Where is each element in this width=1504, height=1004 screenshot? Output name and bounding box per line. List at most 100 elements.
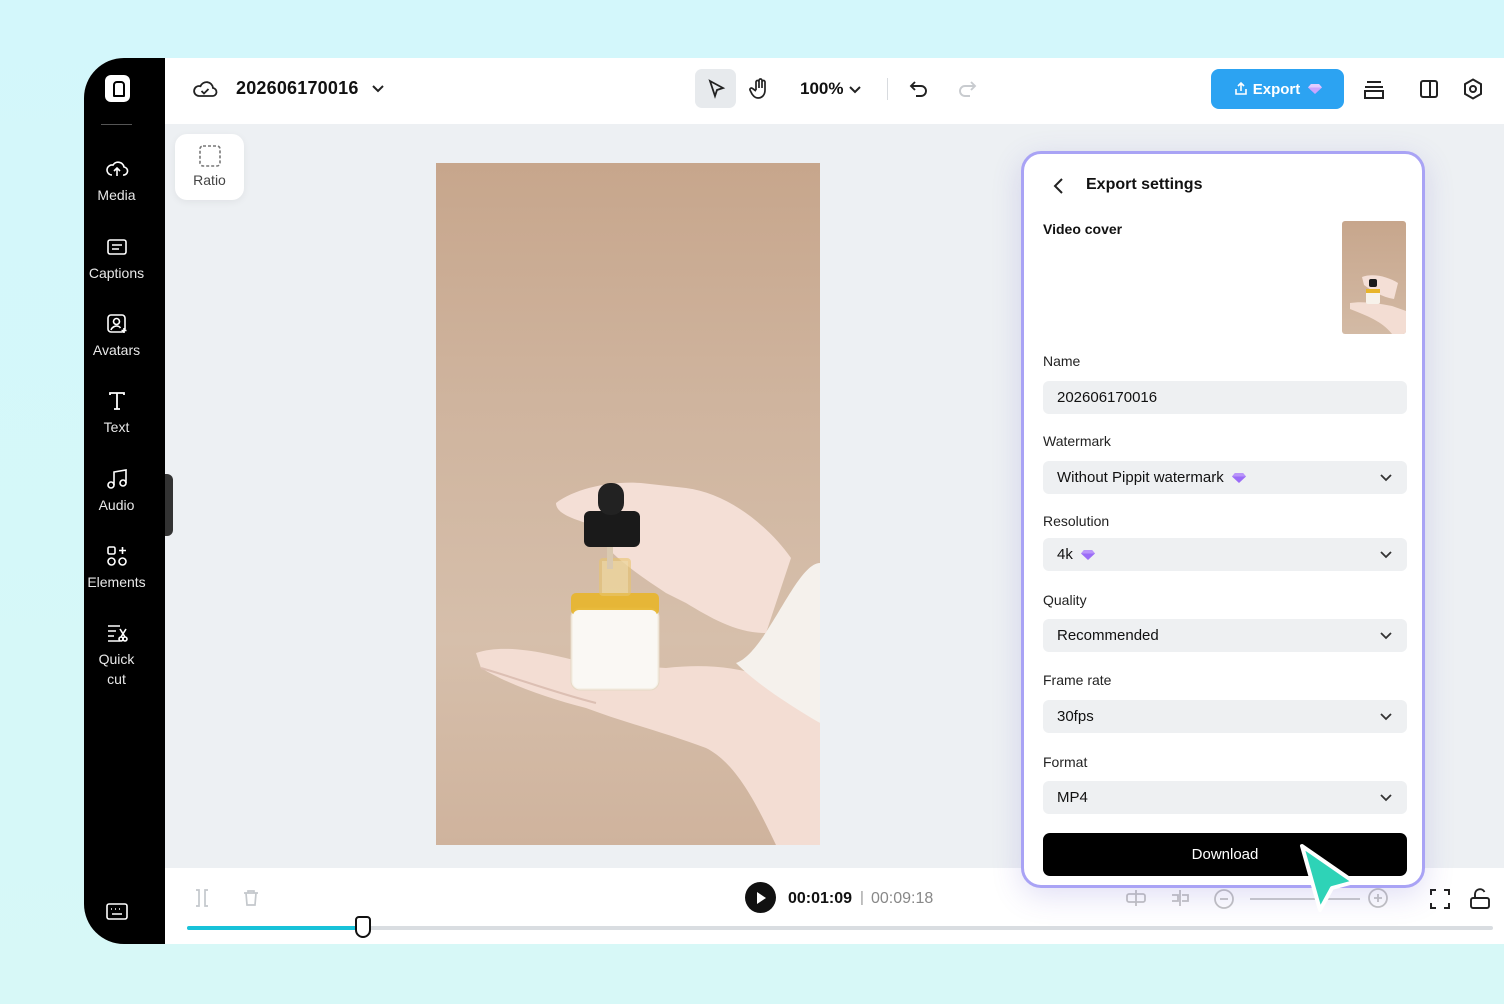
format-select-value: MP4 [1057, 789, 1088, 806]
name-input[interactable]: 202606170016 [1043, 381, 1407, 414]
split-clip-icon[interactable] [192, 888, 212, 908]
export-button[interactable]: Export [1211, 69, 1344, 109]
sidebar-item-audio[interactable]: Audio [84, 467, 149, 515]
ratio-label: Ratio [193, 172, 226, 188]
resolution-select[interactable]: 4k [1043, 538, 1407, 571]
timeline-tools [1125, 888, 1235, 910]
sidebar-item-label: Text [103, 419, 130, 435]
pointer-icon [708, 79, 726, 99]
video-cover-label: Video cover [1043, 221, 1123, 237]
frame-rate-label: Frame rate [1043, 672, 1112, 688]
aspect-ratio-icon [198, 145, 221, 167]
project-title[interactable]: 202606170016 [236, 78, 359, 99]
format-select[interactable]: MP4 [1043, 781, 1407, 814]
sidebar-item-label: Quick [98, 651, 135, 667]
layers-icon[interactable] [1361, 77, 1387, 103]
chevron-down-icon [1380, 474, 1392, 482]
chevron-down-icon[interactable] [848, 82, 862, 96]
panel-layout-icon[interactable] [1417, 77, 1441, 101]
top-bar: 202606170016 100% Export [165, 58, 1504, 124]
align-icon[interactable] [1169, 888, 1191, 908]
video-cover-thumbnail[interactable] [1342, 221, 1406, 334]
sidebar-collapse-handle[interactable] [165, 474, 173, 536]
sidebar-item-avatars[interactable]: Avatars [84, 312, 149, 360]
resolution-select-value: 4k [1057, 546, 1073, 563]
text-icon [108, 392, 125, 410]
fullscreen-icon[interactable] [1429, 888, 1451, 910]
current-time: 00:01:09 [788, 890, 853, 907]
watermark-label: Watermark [1043, 433, 1111, 449]
ratio-button[interactable]: Ratio [175, 134, 244, 200]
chevron-down-icon[interactable] [371, 81, 385, 95]
elements-icon [106, 546, 127, 566]
snap-icon[interactable] [1125, 888, 1147, 908]
captions-icon [106, 239, 127, 255]
sidebar-item-label-line2: cut [107, 671, 126, 687]
music-note-icon [106, 469, 127, 489]
quality-label: Quality [1043, 592, 1087, 608]
select-tool-button[interactable] [695, 69, 736, 108]
frame-rate-select-value: 30fps [1057, 708, 1094, 725]
chevron-down-icon [1380, 632, 1392, 640]
sidebar-divider [101, 124, 132, 125]
export-share-icon [1234, 81, 1247, 95]
undo-icon[interactable] [907, 77, 931, 101]
premium-gem-icon [1081, 550, 1096, 561]
trash-icon[interactable] [241, 888, 261, 908]
premium-gem-icon [1308, 84, 1323, 94]
hand-tool-icon[interactable] [748, 77, 772, 101]
redo-icon[interactable] [955, 77, 979, 101]
back-arrow-icon[interactable] [1051, 177, 1067, 195]
chevron-down-icon [1380, 713, 1392, 721]
resolution-label: Resolution [1043, 513, 1110, 529]
playback-progress-fill [187, 926, 364, 930]
download-button-label: Download [1191, 846, 1259, 863]
sidebar-item-elements[interactable]: Elements [84, 544, 149, 592]
quick-cut-icon [107, 625, 128, 642]
zoom-in-icon[interactable] [1367, 887, 1389, 909]
quality-select[interactable]: Recommended [1043, 619, 1407, 652]
chevron-down-icon [1380, 551, 1392, 559]
export-button-label: Export [1252, 80, 1301, 98]
sidebar-item-text[interactable]: Text [84, 389, 149, 437]
name-label: Name [1043, 353, 1081, 369]
playhead-handle[interactable] [355, 916, 372, 938]
sidebar-item-captions[interactable]: Captions [84, 235, 149, 283]
quality-select-value: Recommended [1057, 627, 1159, 644]
premium-gem-icon [1231, 473, 1246, 484]
product-photo-hand-with-serum-bottle [476, 482, 820, 845]
sidebar-item-quick-cut[interactable]: Quick cut [84, 621, 149, 689]
cover-image [1350, 275, 1406, 334]
app-logo[interactable] [105, 75, 130, 102]
sidebar-item-media[interactable]: Media [84, 157, 149, 205]
cloud-upload-icon [105, 161, 128, 176]
settings-icon[interactable] [1461, 77, 1485, 101]
zoom-out-icon[interactable] [1213, 888, 1235, 910]
playback-progress-track[interactable] [187, 916, 1493, 938]
sidebar-item-label: Avatars [92, 342, 141, 358]
watermark-select-value: Without Pippit watermark [1057, 469, 1224, 486]
mouse-cursor-icon [1300, 844, 1356, 912]
sidebar-item-label: Captions [88, 265, 145, 281]
sidebar: Media Captions Avatars Text Audio Elemen… [84, 58, 165, 944]
avatar-icon [106, 314, 126, 333]
total-duration: 00:09:18 [871, 890, 934, 907]
time-separator: | [860, 889, 864, 906]
sidebar-item-label: Audio [98, 497, 135, 513]
video-preview[interactable] [436, 163, 820, 845]
watermark-select[interactable]: Without Pippit watermark [1043, 461, 1407, 494]
name-input-value: 202606170016 [1057, 389, 1158, 406]
sidebar-item-label: Media [97, 187, 136, 203]
play-button[interactable] [745, 882, 776, 913]
panel-title: Export settings [1086, 176, 1203, 193]
keyboard-icon[interactable] [105, 901, 129, 923]
sidebar-item-label: Elements [87, 574, 146, 590]
cloud-sync-icon[interactable] [192, 77, 218, 101]
frame-rate-select[interactable]: 30fps [1043, 700, 1407, 733]
export-settings-panel: Export settings Video cover Name 2026061… [1021, 151, 1425, 888]
toolbar-divider [887, 78, 888, 100]
format-label: Format [1043, 754, 1088, 770]
lock-icon[interactable] [1468, 887, 1492, 911]
chevron-down-icon [1380, 794, 1392, 802]
zoom-level[interactable]: 100% [800, 79, 843, 99]
